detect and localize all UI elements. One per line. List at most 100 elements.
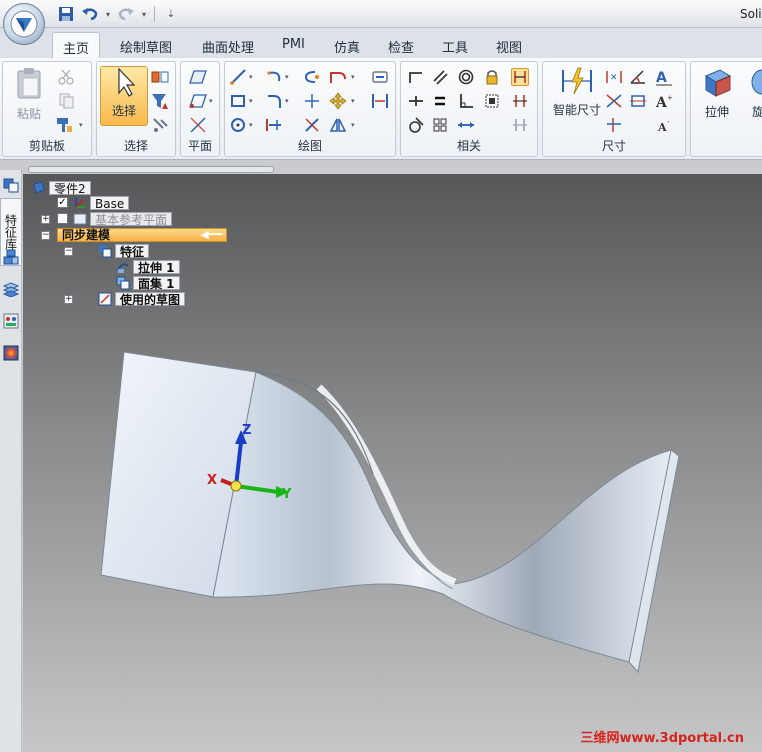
analysis-tab-icon[interactable] <box>2 344 20 362</box>
angular-coordinate-icon[interactable] <box>605 116 623 134</box>
ref-planes-expander[interactable]: + <box>41 215 50 224</box>
split-icon[interactable] <box>371 92 389 110</box>
tree-sync-modeling[interactable]: 同步建模 ◀━━ <box>57 227 227 242</box>
mirror-icon[interactable] <box>329 116 347 134</box>
select-button[interactable]: 选择 <box>100 66 148 126</box>
redo-dropdown-icon[interactable]: ▾ <box>140 4 148 24</box>
tree-ref-planes[interactable]: 基本参考平面 <box>57 211 173 227</box>
layers-tab-icon[interactable] <box>2 248 20 266</box>
copy-icon[interactable] <box>57 92 75 110</box>
relationship-assistant-icon[interactable] <box>511 116 529 134</box>
tab-simulation[interactable]: 仿真 <box>324 32 370 58</box>
used-sketch-expander[interactable]: + <box>64 295 73 304</box>
symmetric-diameter-icon[interactable] <box>629 92 647 110</box>
move-icon[interactable] <box>329 92 347 110</box>
line-icon[interactable] <box>229 68 247 86</box>
lock-icon[interactable] <box>483 68 501 86</box>
rectangle-icon[interactable] <box>229 92 247 110</box>
fillet-icon[interactable] <box>265 92 283 110</box>
tree-part[interactable]: 零件2 <box>31 180 91 196</box>
distance-between-icon[interactable]: ✕ <box>605 68 623 86</box>
collinear-icon[interactable] <box>457 116 475 134</box>
offset-icon[interactable] <box>303 68 321 86</box>
move-dropdown-icon[interactable]: ▾ <box>351 92 357 110</box>
stack-tab-icon[interactable] <box>2 280 20 298</box>
base-checkbox[interactable]: ✓ <box>57 197 68 208</box>
undo-dropdown-icon[interactable]: ▾ <box>104 4 112 24</box>
paste-icon <box>17 68 41 99</box>
family-tab-icon[interactable] <box>2 312 20 330</box>
tree-extrude-1[interactable]: 拉伸 1 <box>115 259 180 275</box>
tab-sketch[interactable]: 绘制草图 <box>110 32 182 58</box>
tab-home[interactable]: 主页 <box>52 32 101 58</box>
circle-dropdown-icon[interactable]: ▾ <box>249 116 255 134</box>
tab-view[interactable]: 视图 <box>486 32 532 58</box>
graphics-window[interactable]: Z Y X 零件2 ✓ Base + 基本参考平面 − 同步建模 ◀━━ − 特… <box>23 174 762 752</box>
features-expander[interactable]: − <box>64 247 73 256</box>
decrease-font-icon[interactable]: A- <box>655 116 673 134</box>
perpendicular-icon[interactable] <box>457 92 475 110</box>
group-plane: ▾ 平面 <box>180 61 220 157</box>
pathfinder-tab-icon[interactable] <box>2 176 20 194</box>
tree-features[interactable]: 特征 <box>97 243 150 259</box>
circle-icon[interactable] <box>229 116 247 134</box>
filter-icon[interactable]: ▲ <box>151 92 169 110</box>
rectangle-dropdown-icon[interactable]: ▾ <box>249 92 255 110</box>
format-painter-dropdown-icon[interactable]: ▾ <box>79 116 85 134</box>
extrude-button[interactable]: 拉伸 <box>693 66 741 126</box>
watermark: 三维网www.3dportal.cn <box>580 731 744 746</box>
connect-icon[interactable] <box>407 68 425 86</box>
coordinate-dimension-icon[interactable] <box>605 92 623 110</box>
maintain-relationships-icon[interactable] <box>511 68 529 86</box>
horizontal-vertical-icon[interactable] <box>407 92 425 110</box>
tab-pmi[interactable]: PMI <box>272 32 315 58</box>
ref-planes-checkbox[interactable] <box>57 213 68 224</box>
symmetric-icon[interactable] <box>431 116 449 134</box>
extend-icon[interactable] <box>303 116 321 134</box>
undo-icon[interactable] <box>80 4 100 24</box>
sync-expander[interactable]: − <box>41 231 50 240</box>
redo-icon[interactable] <box>116 4 136 24</box>
line-dropdown-icon[interactable]: ▾ <box>249 68 255 86</box>
tab-inspect[interactable]: 检查 <box>378 32 424 58</box>
arc-icon[interactable] <box>265 68 283 86</box>
arc-dropdown-icon[interactable]: ▾ <box>285 68 291 86</box>
tree-used-sketch[interactable]: 使用的草图 <box>97 291 186 307</box>
increase-font-icon[interactable]: A + <box>655 92 673 110</box>
relationship-handles-icon[interactable] <box>511 92 529 110</box>
paste-button[interactable]: 粘贴 <box>5 66 53 126</box>
tab-surfacing[interactable]: 曲面处理 <box>192 32 264 58</box>
tree-base[interactable]: ✓ Base <box>57 195 130 211</box>
plane-dropdown-icon[interactable]: ▾ <box>209 92 215 110</box>
curve-dropdown-icon[interactable]: ▾ <box>351 68 357 86</box>
svg-text:▲: ▲ <box>162 101 169 110</box>
tangent-icon[interactable] <box>407 116 425 134</box>
format-painter-icon[interactable] <box>55 116 73 134</box>
concentric-icon[interactable] <box>457 68 475 86</box>
rigid-set-icon[interactable] <box>483 92 501 110</box>
tab-tools[interactable]: 工具 <box>432 32 478 58</box>
revolve-button[interactable]: 旋 <box>743 66 762 126</box>
equal-icon[interactable] <box>431 92 449 110</box>
coincident-plane-icon[interactable] <box>189 92 207 110</box>
text-style-icon[interactable]: A <box>655 68 673 86</box>
mirror-dropdown-icon[interactable]: ▾ <box>351 116 357 134</box>
parallel-icon[interactable] <box>431 68 449 86</box>
fillet-dropdown-icon[interactable]: ▾ <box>285 92 291 110</box>
application-button[interactable] <box>3 3 45 45</box>
angle-between-icon[interactable] <box>629 68 647 86</box>
save-icon[interactable] <box>56 4 76 24</box>
curve-icon[interactable] <box>329 68 347 86</box>
plane-icon[interactable] <box>189 68 207 86</box>
select-tools-icon[interactable] <box>151 68 169 86</box>
cut-icon[interactable] <box>57 68 75 86</box>
smart-dimension-button[interactable]: 智能尺寸 <box>547 66 607 126</box>
tree-face-set-1[interactable]: 面集 1 <box>115 275 180 291</box>
pane-splitter[interactable] <box>28 166 274 173</box>
axis-plane-icon[interactable] <box>189 116 207 134</box>
trim-icon[interactable] <box>265 116 283 134</box>
select-manager-icon[interactable] <box>151 116 169 134</box>
project-icon[interactable] <box>371 68 389 86</box>
intersect-point-icon[interactable] <box>303 92 321 110</box>
customize-qat-icon[interactable]: ⇣ <box>161 4 181 24</box>
